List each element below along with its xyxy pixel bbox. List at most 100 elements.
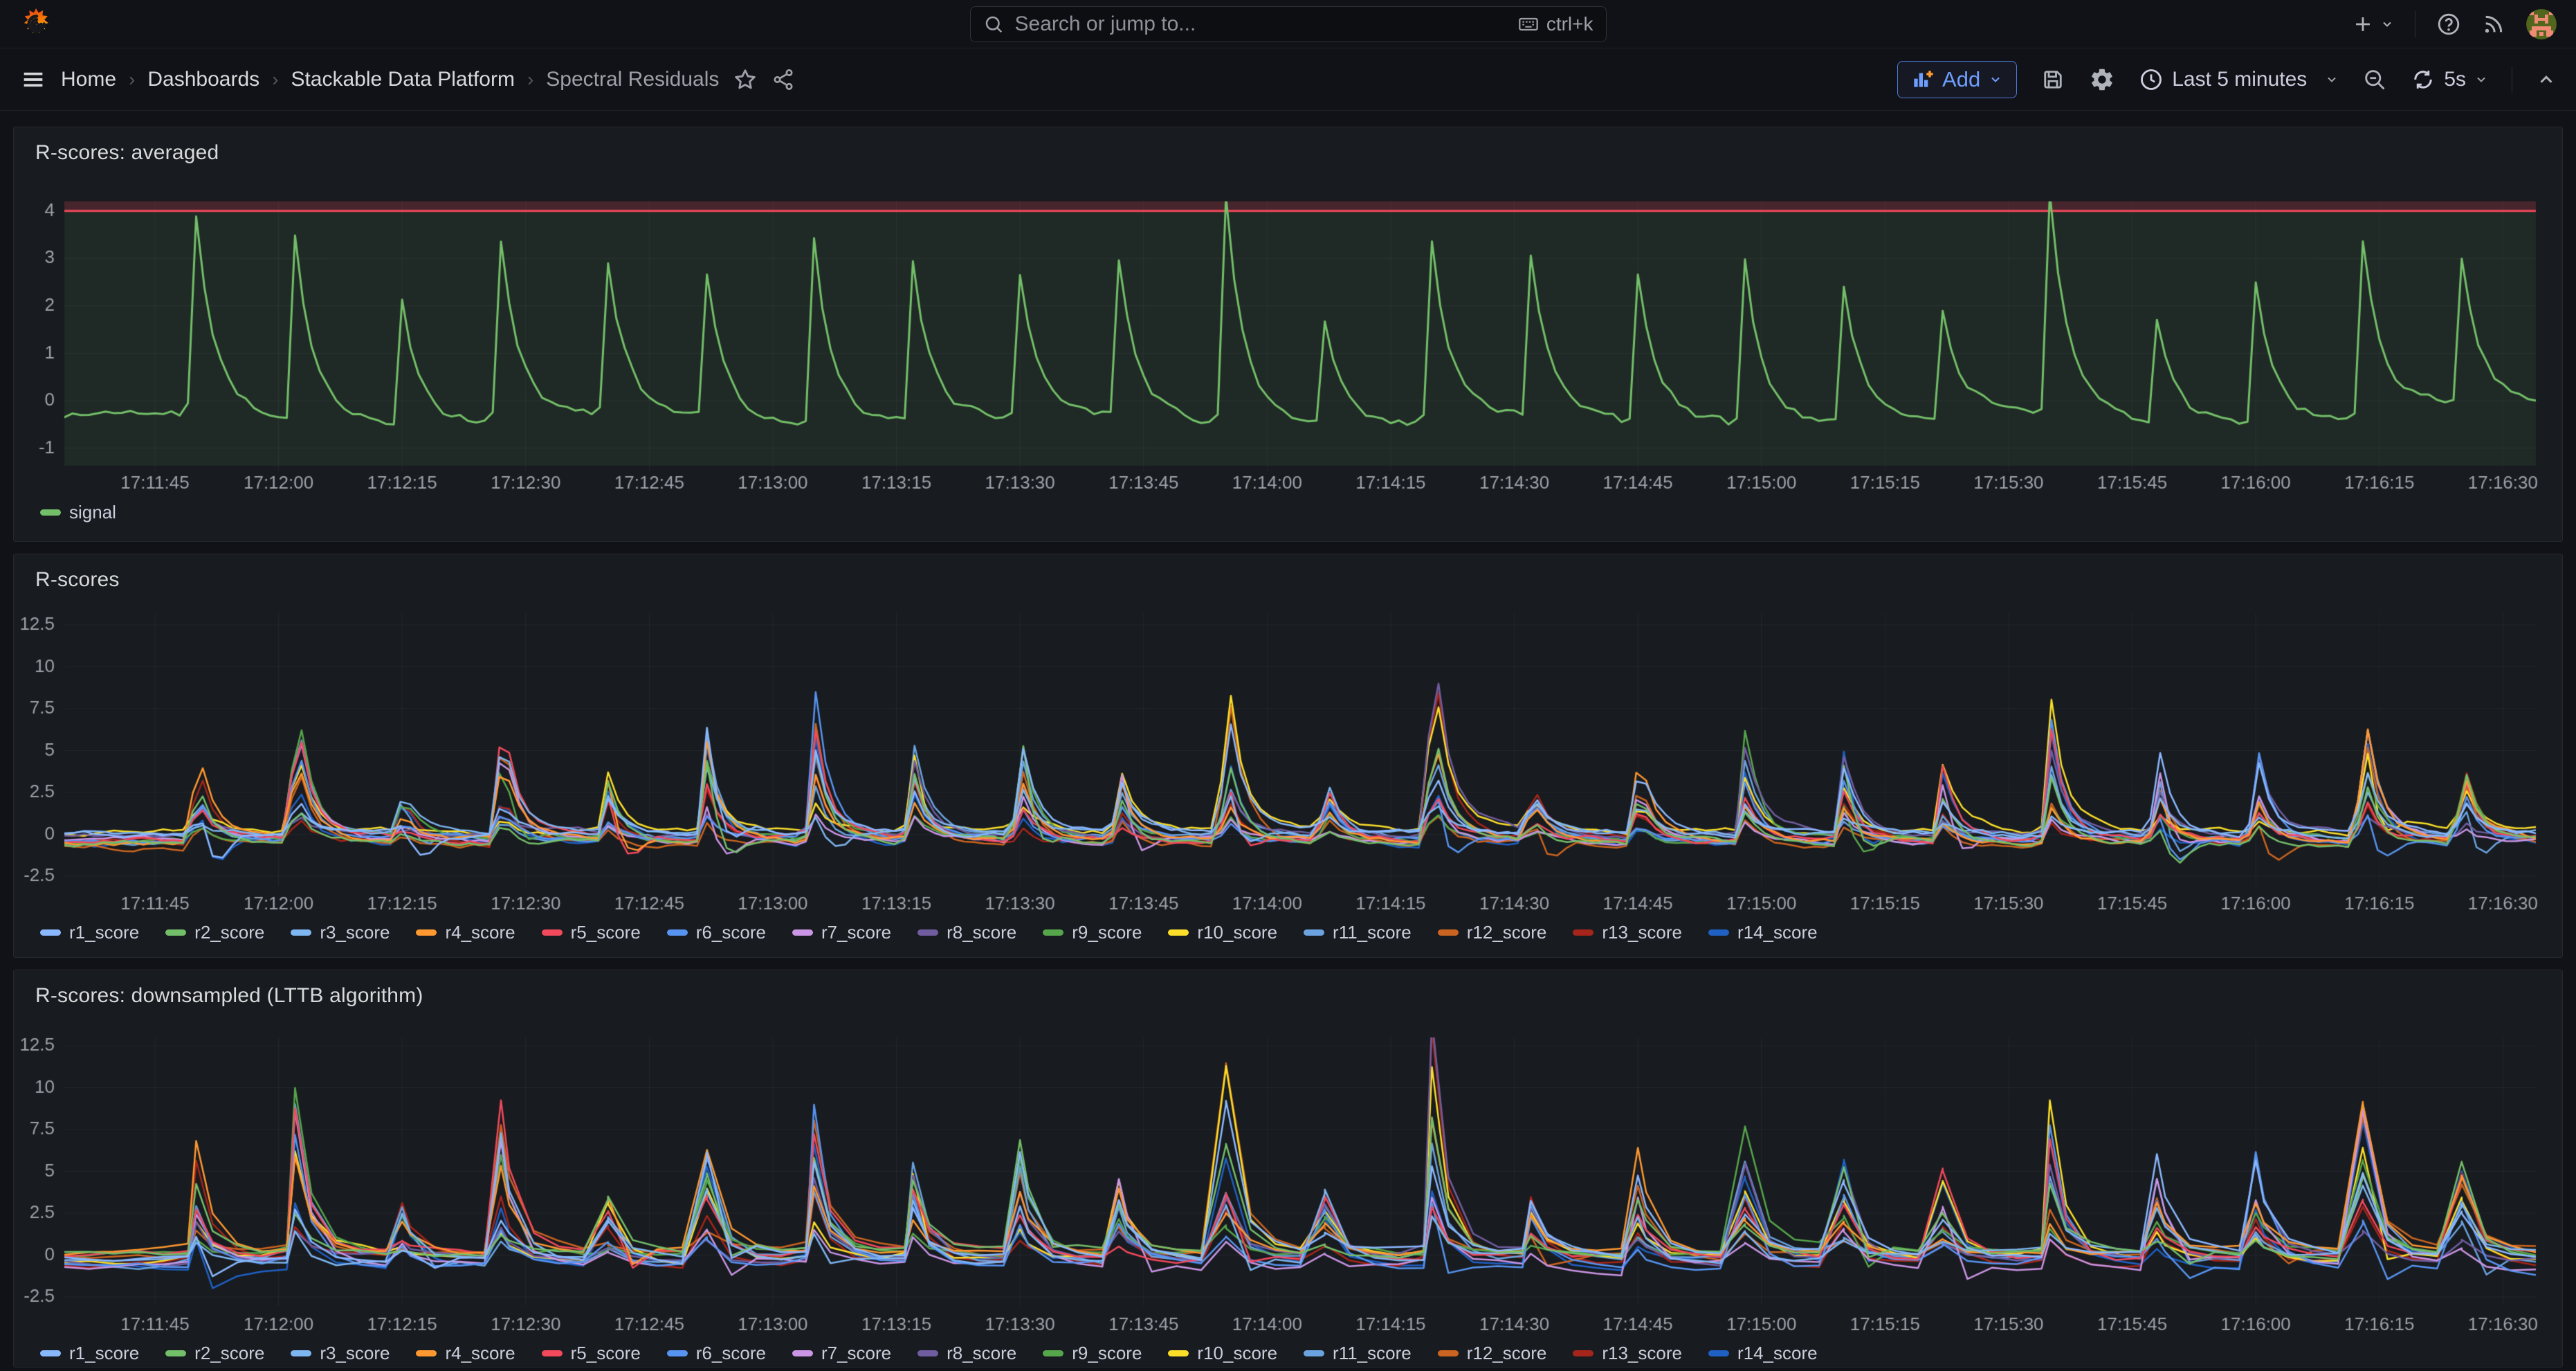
zoom-out-time-button[interactable] — [2362, 67, 2387, 92]
breadcrumb-dashboards[interactable]: Dashboards — [147, 68, 259, 91]
legend-series-marker — [1304, 1350, 1324, 1356]
hamburger-icon — [19, 66, 47, 93]
legend-item-r11_score[interactable]: r11_score — [1304, 1343, 1412, 1364]
collapse-header-button[interactable] — [2536, 69, 2557, 90]
legend-item-r14_score[interactable]: r14_score — [1708, 1343, 1818, 1364]
breadcrumb-home[interactable]: Home — [61, 68, 116, 91]
legend-item-r4_score[interactable]: r4_score — [416, 922, 515, 943]
legend-item-r5_score[interactable]: r5_score — [542, 1343, 641, 1364]
chevron-down-icon — [2380, 17, 2394, 31]
legend-item-r3_score[interactable]: r3_score — [291, 1343, 390, 1364]
legend-item-r2_score[interactable]: r2_score — [165, 1343, 264, 1364]
menu-toggle-button[interactable] — [19, 66, 47, 93]
legend-series-marker — [1708, 929, 1729, 936]
legend-series-label: signal — [69, 502, 116, 523]
legend-series-label: r5_score — [571, 922, 641, 943]
legend-series-label: r12_score — [1467, 922, 1547, 943]
panel-title[interactable]: R-scores: downsampled (LTTB algorithm) — [35, 984, 423, 1008]
legend-series-marker — [917, 929, 938, 936]
refresh-picker[interactable]: 5s — [2411, 67, 2488, 92]
add-button-label: Add — [1942, 67, 1980, 92]
legend-series-marker — [1708, 1350, 1729, 1356]
dashboard-header: Home › Dashboards › Stackable Data Platf… — [0, 48, 2576, 111]
legend-series-marker — [291, 929, 311, 936]
legend-item-r10_score[interactable]: r10_score — [1168, 1343, 1277, 1364]
panel-title[interactable]: R-scores: averaged — [35, 141, 219, 165]
search-input[interactable] — [1014, 12, 1517, 37]
breadcrumb-separator: › — [272, 69, 278, 91]
dashboard-settings-button[interactable] — [2089, 66, 2115, 93]
legend-item-r6_score[interactable]: r6_score — [667, 922, 766, 943]
panel-rscores: R-scores r1_score r2_score r3_score r4_scor… — [13, 554, 2563, 958]
panel-title[interactable]: R-scores — [35, 568, 120, 592]
legend-item-r7_score[interactable]: r7_score — [792, 1343, 891, 1364]
timeseries-chart-rscores[interactable] — [14, 554, 2564, 959]
legend-series-label: r2_score — [194, 1343, 264, 1364]
legend-series-marker — [416, 1350, 437, 1356]
clock-icon — [2139, 67, 2164, 92]
zoom-out-icon — [2362, 67, 2387, 92]
search-icon — [983, 14, 1004, 35]
search-box[interactable]: ctrl+k — [970, 6, 1607, 42]
legend-series-marker — [40, 929, 61, 936]
favorite-button[interactable] — [733, 67, 758, 92]
legend-item-r12_score[interactable]: r12_score — [1438, 1343, 1547, 1364]
legend-item-r3_score[interactable]: r3_score — [291, 922, 390, 943]
new-button[interactable] — [2351, 12, 2394, 36]
timeseries-chart-averaged[interactable] — [14, 127, 2564, 543]
add-panel-button[interactable]: Add — [1897, 61, 2017, 98]
legend-item-signal[interactable]: signal — [40, 502, 116, 523]
chevron-down-icon — [2474, 73, 2488, 87]
user-avatar[interactable] — [2526, 9, 2557, 39]
time-range-label: Last 5 minutes — [2172, 68, 2307, 91]
legend-item-r1_score[interactable]: r1_score — [40, 922, 139, 943]
legend-item-r11_score[interactable]: r11_score — [1304, 922, 1412, 943]
legend-series-marker — [1438, 1350, 1459, 1356]
legend-item-r5_score[interactable]: r5_score — [542, 922, 641, 943]
legend-series-label: r4_score — [445, 922, 515, 943]
grafana-logo[interactable] — [19, 6, 54, 43]
panel-rscores-averaged: R-scores: averaged signal — [13, 127, 2563, 542]
share-icon — [771, 68, 795, 91]
legend-item-r1_score[interactable]: r1_score — [40, 1343, 139, 1364]
panel-rscores-downsampled: R-scores: downsampled (LTTB algorithm) r… — [13, 970, 2563, 1368]
legend-series-label: r8_score — [947, 1343, 1016, 1364]
save-dashboard-button[interactable] — [2040, 67, 2065, 92]
legend-item-r13_score[interactable]: r13_score — [1573, 1343, 1682, 1364]
help-icon — [2436, 12, 2461, 37]
help-button[interactable] — [2436, 12, 2461, 37]
legend-item-r13_score[interactable]: r13_score — [1573, 922, 1682, 943]
refresh-icon — [2411, 67, 2436, 92]
breadcrumb-folder[interactable]: Stackable Data Platform — [291, 68, 514, 91]
legend-series-marker — [667, 1350, 688, 1356]
legend-item-r8_score[interactable]: r8_score — [917, 1343, 1016, 1364]
legend-series-marker — [1573, 1350, 1593, 1356]
news-button[interactable] — [2482, 12, 2505, 36]
time-range-picker[interactable]: Last 5 minutes — [2139, 67, 2339, 92]
legend-series-label: r11_score — [1333, 922, 1412, 943]
legend-series-label: r7_score — [821, 922, 891, 943]
legend-series-marker — [1168, 1350, 1189, 1356]
top-nav-right — [2351, 0, 2557, 48]
grafana-flame-icon — [19, 6, 53, 42]
legend-item-r7_score[interactable]: r7_score — [792, 922, 891, 943]
legend-series-marker — [667, 929, 688, 936]
rss-icon — [2482, 12, 2505, 36]
legend-series-label: r6_score — [696, 922, 766, 943]
legend-series-label: r1_score — [69, 922, 139, 943]
legend-series-label: r3_score — [320, 1343, 390, 1364]
legend-series-marker — [416, 929, 437, 936]
legend-series-label: r3_score — [320, 922, 390, 943]
legend-item-r9_score[interactable]: r9_score — [1043, 1343, 1142, 1364]
legend-item-r14_score[interactable]: r14_score — [1708, 922, 1818, 943]
legend-item-r2_score[interactable]: r2_score — [165, 922, 264, 943]
legend-item-r10_score[interactable]: r10_score — [1168, 922, 1277, 943]
legend-item-r4_score[interactable]: r4_score — [416, 1343, 515, 1364]
legend-item-r8_score[interactable]: r8_score — [917, 922, 1016, 943]
legend-item-r12_score[interactable]: r12_score — [1438, 922, 1547, 943]
legend-item-r6_score[interactable]: r6_score — [667, 1343, 766, 1364]
legend-series-label: r11_score — [1333, 1343, 1412, 1364]
share-button[interactable] — [771, 68, 795, 91]
timeseries-chart-downsampled[interactable] — [14, 970, 2564, 1368]
legend-item-r9_score[interactable]: r9_score — [1043, 922, 1142, 943]
